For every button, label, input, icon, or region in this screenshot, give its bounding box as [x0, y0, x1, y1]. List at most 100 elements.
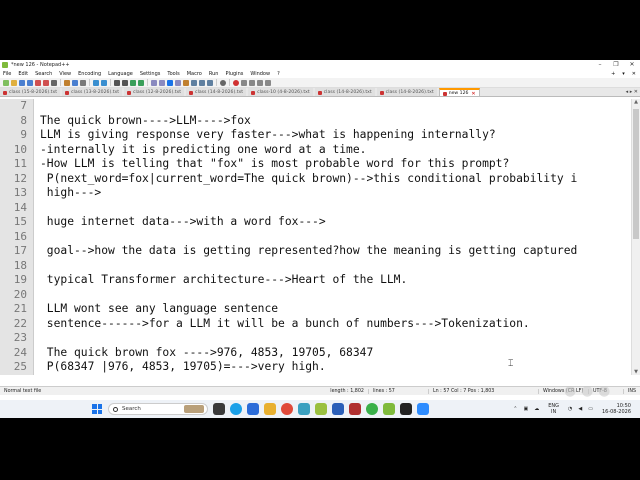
text-line[interactable] — [34, 331, 631, 346]
editor-area[interactable]: 7 8 9 10 11 12 13 14 15 16 17 18 19 20 21 22 23 24 25 ⌶ Th… — [0, 99, 640, 375]
paste-icon[interactable] — [80, 79, 86, 86]
menu-macro[interactable]: Macro — [184, 71, 206, 77]
tray-app-icon[interactable]: ▣ — [523, 406, 528, 412]
play-macro-icon[interactable] — [249, 79, 255, 86]
tab-active-new-126[interactable]: new 126 ✕ — [438, 88, 480, 97]
text-line[interactable]: typical Transformer architecture--->Hear… — [34, 273, 631, 288]
wifi-icon[interactable]: ◔ — [568, 406, 572, 412]
print-icon[interactable] — [51, 79, 57, 86]
copy-icon[interactable] — [72, 79, 78, 86]
tray-cloud-icon[interactable]: ☁ — [534, 406, 539, 412]
save-macro-icon[interactable] — [265, 79, 271, 86]
menu-help[interactable]: ? — [274, 71, 284, 77]
zoom-out-icon[interactable] — [138, 79, 144, 86]
save-icon[interactable] — [19, 79, 25, 86]
redo-icon[interactable] — [101, 79, 107, 86]
tab-close-icon[interactable]: ✕ — [471, 91, 475, 97]
taskbar-search-box[interactable]: Search — [108, 403, 208, 415]
text-line[interactable]: huge internet data--->with a word fox---… — [34, 215, 631, 230]
doc-map-icon[interactable] — [191, 79, 197, 86]
close-file-icon[interactable] — [35, 79, 41, 86]
chrome-icon[interactable] — [281, 403, 293, 415]
text-line[interactable]: P(next_word=fox|current_word=The quick b… — [34, 172, 631, 187]
tab-scroll-arrows[interactable]: ◂ ▸ ✕ — [626, 89, 638, 95]
text-line[interactable]: The quick brown---->LLM---->fox — [34, 114, 631, 129]
file-explorer-icon[interactable] — [264, 403, 276, 415]
menu-settings[interactable]: Settings — [137, 71, 165, 77]
replace-icon[interactable] — [122, 79, 128, 86]
close-all-icon[interactable] — [43, 79, 49, 86]
text-line[interactable] — [34, 288, 631, 303]
tab-file-6[interactable]: class (14-8-2026).txt — [314, 88, 375, 96]
store-icon[interactable] — [247, 403, 259, 415]
indent-guide-icon[interactable] — [175, 79, 181, 86]
text-line[interactable]: LLM wont see any language sentence — [34, 302, 631, 317]
tab-file-2[interactable]: class (13-8-2026).txt — [62, 88, 123, 96]
new-tab-button[interactable]: + — [608, 71, 619, 77]
tab-file-4[interactable]: class (14-8-2026).txt — [186, 88, 247, 96]
app-icon-1[interactable] — [298, 403, 310, 415]
function-list-icon[interactable] — [199, 79, 205, 86]
menu-run[interactable]: Run — [206, 71, 223, 77]
tab-file-7[interactable]: class (14-8-2026).txt — [376, 88, 437, 96]
vertical-scrollbar[interactable]: ▲ ▼ — [631, 99, 640, 375]
menu-view[interactable]: View — [56, 71, 75, 77]
tray-chevron-icon[interactable]: ⌃ — [513, 406, 517, 412]
tab-list-button[interactable]: ▾ — [619, 71, 629, 77]
menu-language[interactable]: Language — [105, 71, 137, 77]
text-line[interactable] — [34, 259, 631, 274]
text-line[interactable]: P(68347 |976, 4853, 19705)=--->very high… — [34, 360, 631, 375]
tab-file-1[interactable]: class (15-8-2026).txt — [0, 88, 61, 96]
chrome-profile-icon[interactable] — [366, 403, 378, 415]
menu-encoding[interactable]: Encoding — [75, 71, 105, 77]
sync-scroll-icon[interactable] — [151, 79, 157, 86]
folder-workspace-icon[interactable] — [207, 79, 213, 86]
word-wrap-icon[interactable] — [159, 79, 165, 86]
undo-icon[interactable] — [93, 79, 99, 86]
text-line[interactable] — [34, 201, 631, 216]
notepadpp-taskbar-icon[interactable] — [383, 403, 395, 415]
menu-search[interactable]: Search — [32, 71, 56, 77]
text-area[interactable]: ⌶ The quick brown---->LLM---->fox LLM is … — [34, 99, 631, 375]
zoom-icon[interactable] — [417, 403, 429, 415]
menu-window[interactable]: Window — [247, 71, 274, 77]
run-macro-multiple-icon[interactable] — [257, 79, 263, 86]
save-all-icon[interactable] — [27, 79, 33, 86]
volume-icon[interactable]: ◀ — [578, 406, 582, 412]
clock[interactable]: 10:50 16-08-2026 — [599, 403, 634, 415]
zoom-in-icon[interactable] — [130, 79, 136, 86]
battery-icon[interactable]: ▭ — [588, 406, 593, 412]
close-tab-button[interactable]: ✕ — [629, 71, 640, 77]
text-line[interactable]: The quick brown fox ---->976, 4853, 1970… — [34, 346, 631, 361]
text-line[interactable]: LLM is giving response very faster--->wh… — [34, 128, 631, 143]
scroll-down-icon[interactable]: ▼ — [632, 369, 640, 375]
minimize-button[interactable]: – — [592, 61, 608, 68]
windows-start-icon[interactable] — [92, 404, 102, 414]
open-file-icon[interactable] — [11, 79, 17, 86]
new-file-icon[interactable] — [3, 79, 9, 86]
close-button[interactable]: ✕ — [624, 61, 640, 68]
app-icon-2[interactable] — [315, 403, 327, 415]
app-icon-3[interactable] — [349, 403, 361, 415]
show-all-chars-icon[interactable] — [167, 79, 173, 86]
language-indicator[interactable]: ENG IN — [545, 403, 562, 415]
menu-file[interactable]: File — [0, 71, 15, 77]
title-bar[interactable]: *new 126 - Notepad++ – ❐ ✕ — [0, 60, 640, 69]
task-view-icon[interactable] — [213, 403, 225, 415]
text-line[interactable] — [34, 230, 631, 245]
tab-file-3[interactable]: class (12-8-2026).txt — [124, 88, 185, 96]
menu-tools[interactable]: Tools — [164, 71, 183, 77]
scroll-up-icon[interactable]: ▲ — [632, 99, 640, 105]
record-macro-icon[interactable] — [233, 79, 239, 86]
text-line[interactable]: goal-->how the data is getting represent… — [34, 244, 631, 259]
text-line[interactable]: -internally it is predicting one word at… — [34, 143, 631, 158]
text-line[interactable]: sentence------>for a LLM it will be a bu… — [34, 317, 631, 332]
edge-icon[interactable] — [230, 403, 242, 415]
cut-icon[interactable] — [64, 79, 70, 86]
menu-edit[interactable]: Edit — [15, 71, 32, 77]
menu-plugins[interactable]: Plugins — [222, 71, 247, 77]
tab-file-5[interactable]: class-10 (4-8-2026).txt — [248, 88, 313, 96]
find-icon[interactable] — [114, 79, 120, 86]
text-line[interactable]: high---> — [34, 186, 631, 201]
udl-icon[interactable] — [183, 79, 189, 86]
